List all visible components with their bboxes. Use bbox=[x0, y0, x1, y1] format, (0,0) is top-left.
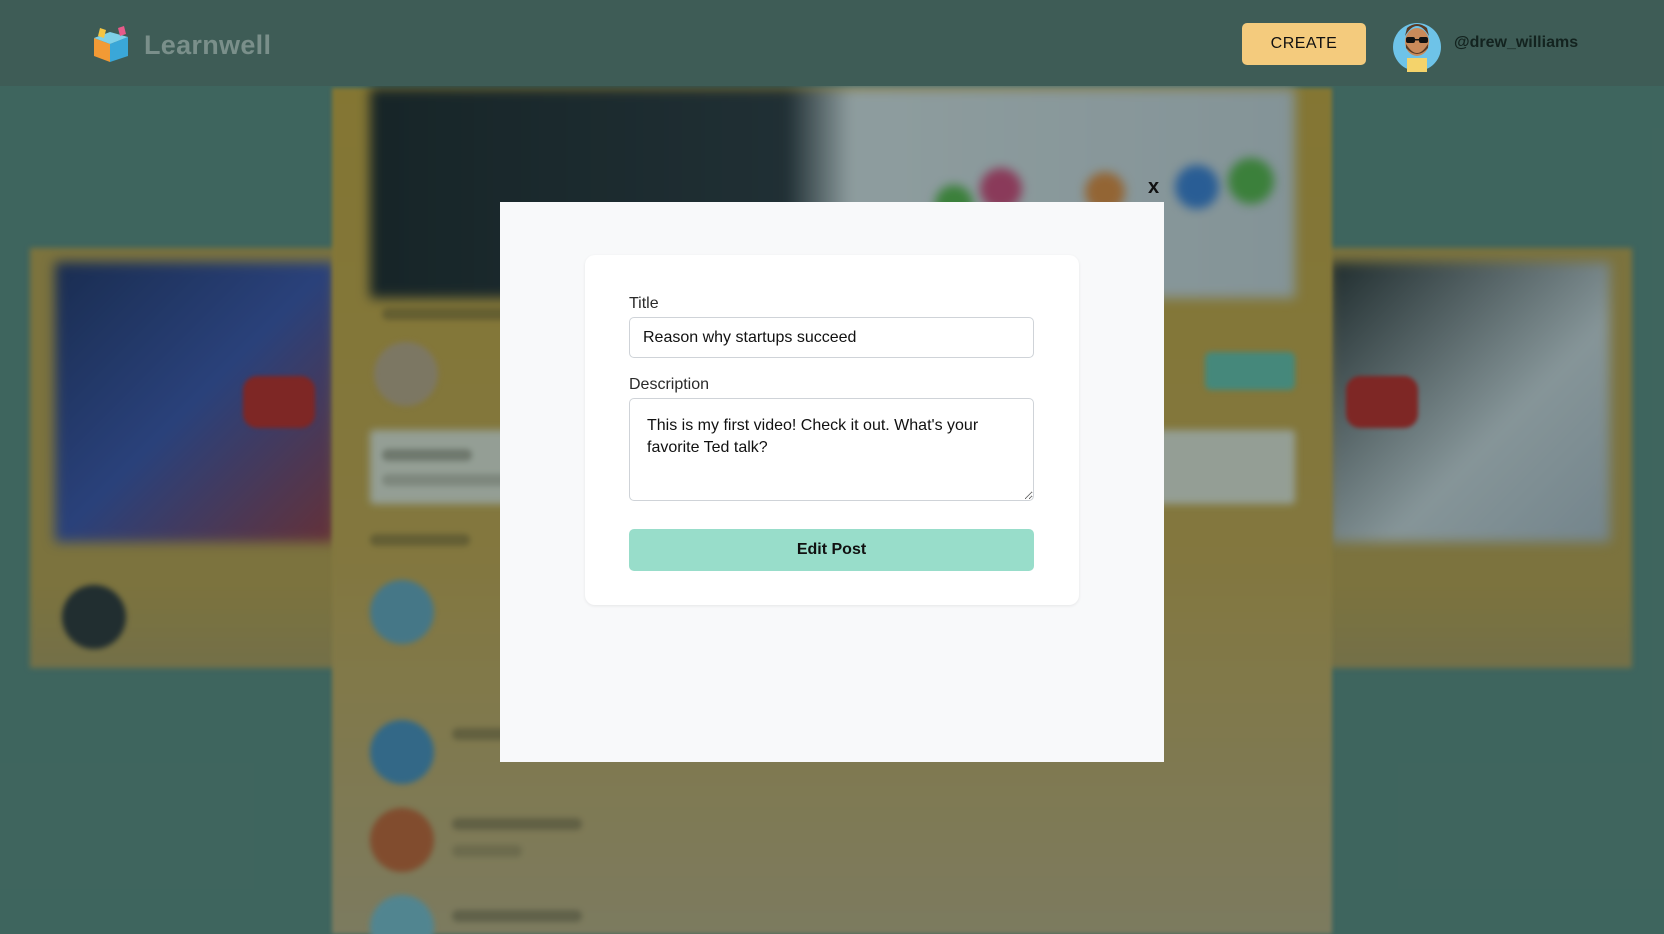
description-label: Description bbox=[629, 376, 710, 393]
description-textarea[interactable]: This is my first video! Check it out. Wh… bbox=[629, 398, 1034, 501]
brand-name: Learnwell bbox=[144, 29, 272, 60]
user-avatar-icon bbox=[1393, 23, 1441, 72]
edit-post-form: Title Description This is my first video… bbox=[585, 255, 1079, 605]
top-navbar: Learnwell CREATE @drew_williams bbox=[0, 0, 1664, 86]
edit-post-button[interactable]: Edit Post bbox=[629, 529, 1034, 571]
edit-post-modal: Title Description This is my first video… bbox=[500, 202, 1164, 762]
learnwell-cube-logo-icon bbox=[94, 26, 128, 62]
title-input[interactable] bbox=[629, 317, 1034, 358]
brand-logo[interactable]: Learnwell bbox=[90, 26, 271, 64]
title-label: Title bbox=[629, 295, 659, 312]
username: @drew_williams bbox=[1454, 34, 1579, 51]
close-modal-button[interactable]: x bbox=[1148, 176, 1159, 199]
user-menu[interactable]: @drew_williams bbox=[1392, 14, 1578, 72]
create-button[interactable]: CREATE bbox=[1242, 23, 1366, 65]
